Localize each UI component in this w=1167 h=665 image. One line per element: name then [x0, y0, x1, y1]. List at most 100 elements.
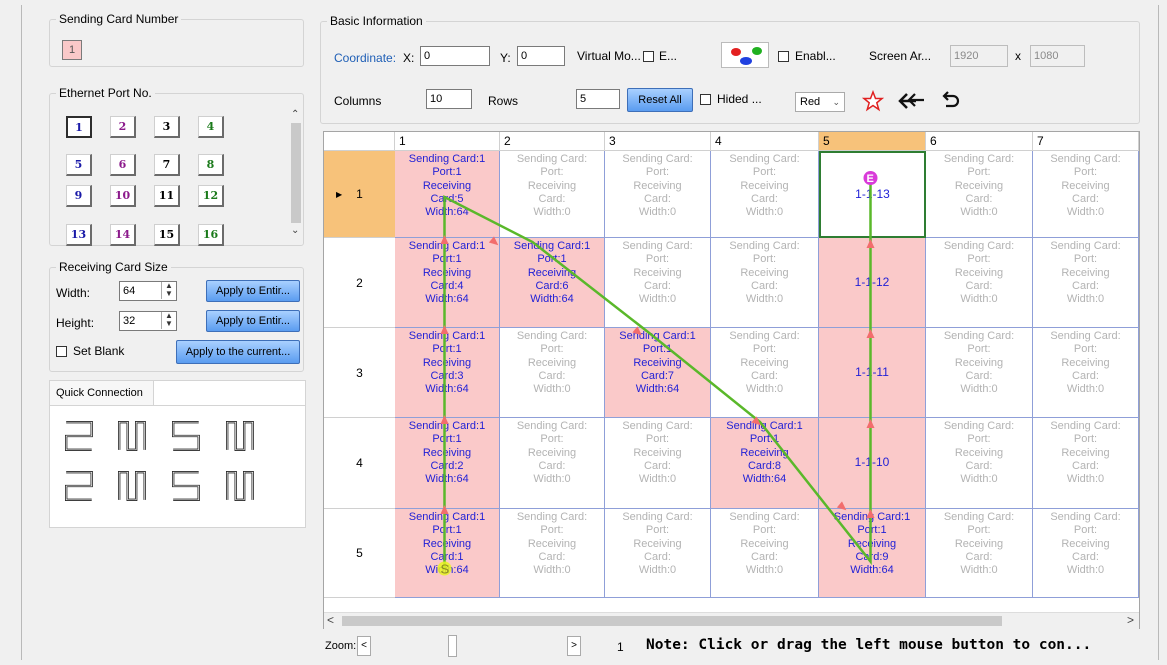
ethernet-port-11[interactable]: 11: [154, 185, 180, 207]
star-icon[interactable]: [862, 90, 884, 112]
ethernet-port-2[interactable]: 2: [110, 116, 136, 138]
x-input[interactable]: 0: [420, 46, 490, 66]
screen-width-input: 1920: [950, 45, 1008, 67]
set-blank-checkbox[interactable]: [56, 346, 67, 357]
ethernet-port-10[interactable]: 10: [110, 185, 136, 207]
flow-arrow-icon: [488, 236, 499, 246]
ethernet-port-5[interactable]: 5: [66, 154, 92, 176]
apply-entire-width-button[interactable]: Apply to Entir...: [206, 280, 300, 302]
y-label: Y:: [500, 51, 511, 65]
width-label: Width:: [56, 286, 91, 300]
screen-times-label: x: [1015, 49, 1021, 63]
end-marker-label: E: [867, 173, 874, 185]
x-label: X:: [403, 51, 415, 65]
set-blank-label: Set Blank: [73, 344, 125, 358]
apply-current-button[interactable]: Apply to the current...: [176, 340, 300, 364]
ethernet-port-16[interactable]: 16: [198, 224, 224, 246]
virtual-e-label: E...: [659, 49, 678, 63]
color-select-value: Red: [800, 96, 821, 108]
flow-arrow-icon: [836, 501, 847, 511]
zoom-decrease-button[interactable]: <: [357, 636, 371, 656]
apply-entire-height-button[interactable]: Apply to Entir...: [206, 310, 300, 332]
quick-pattern-s-right-icon[interactable]: [224, 469, 258, 506]
ethernet-port-12[interactable]: 12: [198, 185, 224, 207]
right-panel-border: [1158, 5, 1159, 660]
layout-grid[interactable]: 1 2 3 4 5 6 7 ▶ 1 2 3 4 5 Sending Card:1 Port:1 Receivi…: [323, 131, 1140, 629]
port-list-scrollbar[interactable]: ⌃ ⌄: [289, 107, 303, 242]
receiving-size-legend: Receiving Card Size: [59, 260, 168, 274]
zoom-increase-button[interactable]: >: [567, 636, 581, 656]
quick-pattern-z-alt-icon[interactable]: [170, 469, 204, 506]
ethernet-port-3[interactable]: 3: [154, 116, 180, 138]
rows-label: Rows: [488, 94, 519, 108]
sending-card-number[interactable]: 1: [62, 40, 82, 60]
screen-area-label: Screen Ar...: [869, 49, 932, 63]
zoom-value: 1: [617, 640, 624, 654]
hided-checkbox[interactable]: [700, 94, 711, 105]
chevron-down-icon: ⌄: [832, 97, 840, 107]
hscroll-thumb[interactable]: [342, 616, 1002, 626]
ethernet-port-4[interactable]: 4: [198, 116, 224, 138]
flow-arrow-icon: [866, 329, 875, 338]
virtual-enable-checkbox[interactable]: [643, 51, 654, 62]
ethernet-port-14[interactable]: 14: [110, 224, 136, 246]
color-select[interactable]: Red ⌄: [795, 92, 845, 112]
ethernet-port-7[interactable]: 7: [154, 154, 180, 176]
columns-label: Columns: [334, 94, 382, 108]
quick-pattern-z-down-icon[interactable]: [63, 469, 97, 506]
ethernet-port-13[interactable]: 13: [66, 224, 92, 246]
grid-hscrollbar[interactable]: < >: [324, 612, 1139, 629]
quick-pattern-s-up-alt-icon[interactable]: [224, 419, 258, 456]
columns-input[interactable]: 10: [426, 89, 472, 109]
scroll-right-icon[interactable]: >: [1127, 613, 1134, 627]
flow-arrow-icon: [440, 415, 449, 424]
ethernet-port-legend: Ethernet Port No.: [59, 86, 152, 100]
virtual-mode-label: Virtual Mo...: [577, 49, 641, 63]
flow-arrow-icon: [440, 235, 449, 244]
flow-arrow-icon: [866, 239, 875, 248]
scroll-up-icon[interactable]: ⌃: [291, 109, 299, 120]
coordinate-label: Coordinate:: [334, 51, 397, 65]
undo-icon[interactable]: [938, 88, 962, 112]
rows-input[interactable]: 5: [576, 89, 620, 109]
basic-info-legend: Basic Information: [330, 14, 423, 28]
ethernet-port-9[interactable]: 9: [66, 185, 92, 207]
scroll-thumb[interactable]: [291, 123, 301, 223]
connection-line: [443, 184, 872, 569]
sending-card-group: Sending Card Number: [49, 12, 304, 67]
connection-overlay: SE: [437, 171, 878, 577]
y-input[interactable]: 0: [517, 46, 565, 66]
quick-pattern-s-down-icon[interactable]: [116, 469, 150, 506]
scroll-down-icon[interactable]: ⌄: [291, 225, 299, 236]
quick-connection-divider: [50, 405, 306, 406]
ethernet-port-6[interactable]: 6: [110, 154, 136, 176]
quick-pattern-z-right-icon[interactable]: [170, 419, 204, 456]
enable-checkbox[interactable]: [778, 51, 789, 62]
zoom-slider-thumb[interactable]: [448, 635, 457, 657]
left-panel-border: [21, 5, 22, 660]
width-spinner-icon[interactable]: ▲ ▼: [161, 282, 176, 299]
screen-height-input: 1080: [1030, 45, 1085, 67]
sending-card-legend: Sending Card Number: [59, 12, 179, 26]
footer-note: Note: Click or drag the left mouse butto…: [646, 637, 1092, 653]
zoom-label: Zoom:: [325, 640, 357, 652]
flow-arrow-icon: [440, 505, 449, 514]
quick-pattern-s-up-icon[interactable]: [116, 419, 150, 456]
hided-label: Hided ...: [717, 92, 762, 106]
virtual-color-icon[interactable]: [721, 42, 769, 68]
enable-label: Enabl...: [795, 49, 836, 63]
height-spinner-icon[interactable]: ▲ ▼: [161, 312, 176, 329]
scroll-left-icon[interactable]: <: [327, 613, 334, 627]
flow-arrow-icon: [866, 419, 875, 428]
quick-connection-tab: Quick Connection: [50, 381, 154, 405]
start-marker-label: S: [441, 562, 450, 577]
flow-arrow-icon: [866, 509, 875, 518]
flow-arrow-icon: [440, 325, 449, 334]
quick-pattern-z-left-icon[interactable]: [63, 419, 97, 456]
ethernet-port-8[interactable]: 8: [198, 154, 224, 176]
ethernet-port-15[interactable]: 15: [154, 224, 180, 246]
back-icon[interactable]: [903, 88, 927, 112]
ethernet-port-1[interactable]: 1: [66, 116, 92, 138]
height-label: Height:: [56, 316, 95, 330]
reset-all-button[interactable]: Reset All: [627, 88, 693, 112]
